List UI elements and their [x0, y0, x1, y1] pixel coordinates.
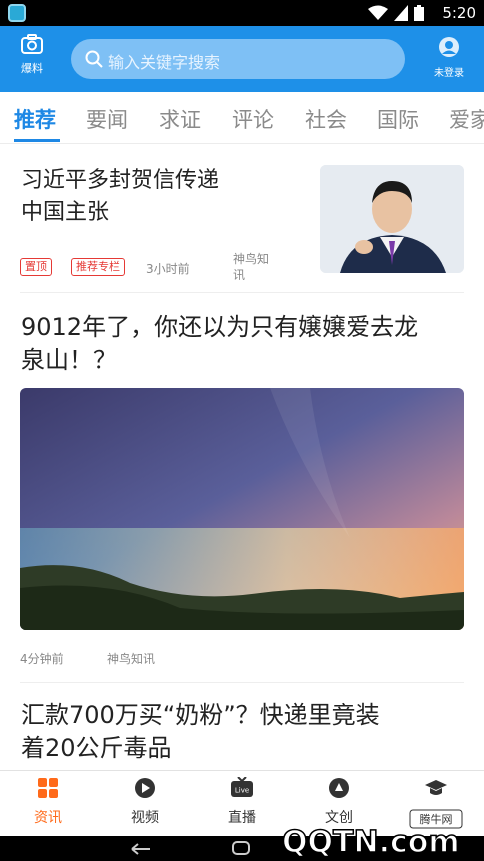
nav-news-label: 资讯 [34, 810, 62, 826]
tab-home[interactable]: 爱家 [449, 104, 484, 134]
live-tv-icon: Live [231, 776, 253, 797]
home-icon[interactable] [231, 840, 251, 856]
grid-icon [38, 778, 58, 798]
camera-icon [21, 34, 43, 54]
news-title-line: 9012年了，你还以为只有嬢嬢爱去龙 [21, 313, 419, 341]
status-time: 5:20 [442, 4, 476, 22]
battery-icon [414, 5, 424, 21]
watermark-text: QQTN.com [282, 825, 460, 858]
status-icons [368, 5, 424, 21]
night-sky-image [20, 388, 464, 630]
featured-column-badge: 推荐专栏 [71, 258, 125, 276]
user-avatar-icon [439, 37, 459, 57]
feed-divider [20, 292, 464, 293]
news-title: 9012年了，你还以为只有嬢嬢爱去龙 泉山！？ [21, 311, 465, 377]
pinned-badge: 置顶 [20, 258, 52, 276]
news-title: 汇款700万买“奶粉”？快递里竟装 着20公斤毒品 [21, 699, 465, 765]
app-header: 爆料 输入关键字搜索 未登录 [0, 26, 484, 92]
wifi-icon [368, 5, 388, 20]
news-title-line: 泉山！？ [21, 346, 117, 374]
login-button-label: 未登录 [434, 68, 464, 79]
login-button[interactable]: 未登录 [424, 36, 474, 86]
tab-society[interactable]: 社会 [305, 104, 347, 134]
category-tabs: 推荐 要闻 求证 评论 社会 国际 爱家 [0, 92, 484, 144]
news-time: 4分钟前 [20, 652, 64, 666]
news-source-line: 讯 [233, 268, 246, 282]
tab-comment[interactable]: 评论 [232, 104, 274, 134]
nav-news[interactable]: 资讯 [18, 777, 78, 827]
app-notification-icon [8, 4, 26, 22]
tab-verify[interactable]: 求证 [159, 104, 201, 134]
signal-icon [394, 5, 408, 21]
status-bar: 5:20 [0, 0, 484, 26]
nav-video[interactable]: 视频 [115, 777, 175, 827]
portrait-image [320, 165, 464, 273]
report-button[interactable]: 爆料 [12, 34, 52, 84]
tab-international[interactable]: 国际 [377, 104, 419, 134]
news-thumbnail [320, 165, 464, 273]
nav-live-label: 直播 [228, 810, 256, 826]
search-placeholder: 输入关键字搜索 [108, 53, 221, 72]
watermark-tag: 腾牛网 [420, 812, 453, 826]
news-title-line: 中国主张 [21, 200, 110, 225]
feed-divider [20, 682, 464, 683]
news-source: 神鸟知讯 [107, 652, 156, 666]
back-icon[interactable] [130, 842, 152, 856]
news-title-line: 习近平多封贺信传递 [21, 168, 220, 193]
news-title-line: 着20公斤毒品 [21, 734, 172, 762]
graduation-cap-icon [425, 780, 447, 795]
search-input[interactable]: 输入关键字搜索 [71, 39, 405, 79]
search-icon [85, 50, 103, 68]
news-cover-image [20, 388, 464, 630]
watermark-logo: QQTN.com 腾牛网 [272, 808, 472, 861]
play-icon [135, 778, 155, 798]
nav-live[interactable]: Live 直播 [212, 776, 272, 827]
live-badge-text: Live [235, 787, 249, 795]
news-item[interactable]: 习近平多封贺信传递 中国主张 置顶 推荐专栏 3小时前 神鸟知 讯 [0, 145, 484, 293]
nav-video-label: 视频 [131, 810, 159, 826]
creative-icon [329, 778, 349, 798]
news-title: 习近平多封贺信传递 中国主张 [21, 165, 301, 229]
news-source: 神鸟知 讯 [233, 251, 269, 283]
news-time: 3小时前 [146, 262, 190, 276]
tab-headlines[interactable]: 要闻 [86, 104, 128, 134]
news-feed[interactable]: 习近平多封贺信传递 中国主张 置顶 推荐专栏 3小时前 神鸟知 讯 9012年了… [0, 145, 484, 769]
active-tab-indicator [14, 139, 60, 142]
report-button-label: 爆料 [21, 62, 43, 75]
tab-recommended[interactable]: 推荐 [14, 104, 56, 134]
news-title-line: 汇款700万买“奶粉”？快递里竟装 [21, 701, 380, 729]
news-source-line: 神鸟知 [233, 252, 270, 266]
